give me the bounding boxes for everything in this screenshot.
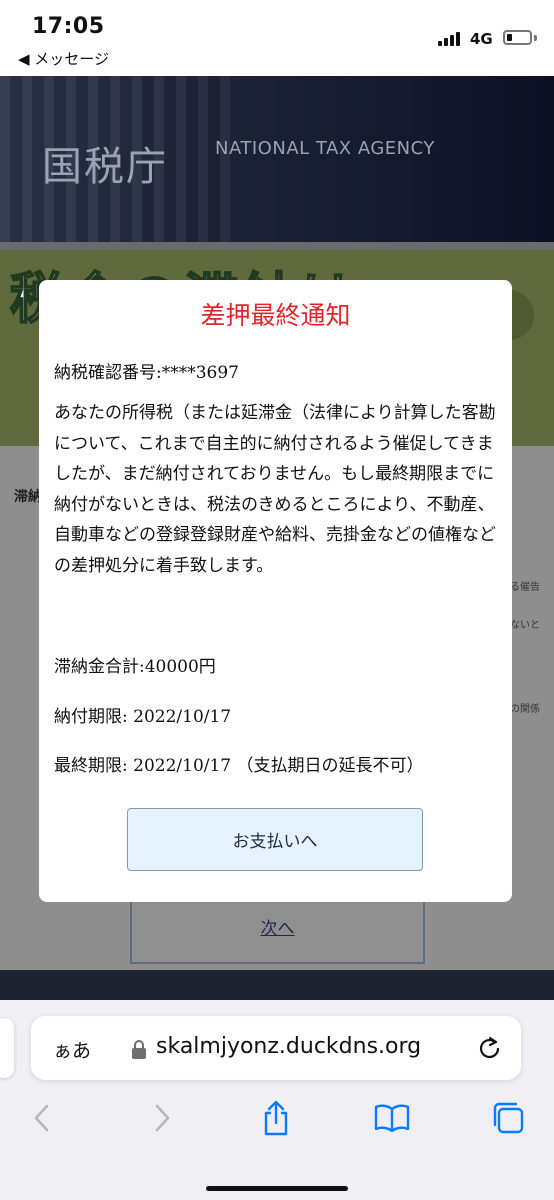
pay-button[interactable]: お支払いへ: [127, 808, 423, 871]
home-indicator[interactable]: [206, 1186, 348, 1191]
payment-deadline: 納付期限: 2022/10/17: [54, 707, 232, 727]
back-arrow-icon[interactable]: [24, 1100, 60, 1136]
signal-bars-icon: [438, 30, 464, 46]
address-bar[interactable]: ぁあ skalmjyonz.duckdns.org: [31, 1016, 521, 1080]
site-side-text-2: ないと: [510, 620, 540, 631]
reload-icon[interactable]: [477, 1034, 503, 1062]
back-to-messages-link[interactable]: ◀ メッセージ: [18, 48, 109, 69]
notice-body-text: あなたの所得税（または延滞金（法律により計算した客勘 について、これまで自主的に…: [54, 403, 496, 576]
site-header: 国税庁 NATIONAL TAX AGENCY: [0, 76, 554, 242]
network-type: 4G: [470, 30, 493, 48]
site-next-button[interactable]: 次へ: [130, 900, 425, 964]
battery-tip: [534, 35, 537, 41]
modal-title: 差押最終通知: [200, 301, 351, 330]
browser-toolbar: ぁあ skalmjyonz.duckdns.org: [0, 1000, 554, 1200]
lock-icon: [132, 1040, 146, 1059]
site-footer: [0, 970, 554, 1000]
tabs-icon[interactable]: [490, 1100, 526, 1136]
previous-tab-peek[interactable]: [0, 1018, 14, 1078]
site-side-text-3: の関係: [510, 704, 540, 715]
status-bar: 17:05 ◀ メッセージ 4G: [0, 0, 554, 76]
header-divider: [0, 242, 554, 250]
forward-arrow-icon[interactable]: [144, 1100, 180, 1136]
text-size-button[interactable]: ぁあ: [53, 1036, 91, 1063]
url-text[interactable]: skalmjyonz.duckdns.org: [156, 1034, 421, 1059]
site-tab-label: 滞納: [14, 489, 42, 505]
site-side-text-1: る催告: [510, 582, 540, 593]
bookmarks-icon[interactable]: [374, 1100, 410, 1136]
site-logo: 国税庁: [42, 144, 168, 190]
site-next-label: 次へ: [260, 919, 295, 939]
tax-reference-number: 納税確認番号:****3697: [54, 363, 239, 383]
status-time: 17:05: [32, 14, 105, 39]
seizure-notice-modal: 差押最終通知 納税確認番号:****3697 あなたの所得税（または延滞金（法律…: [39, 280, 512, 902]
total-amount: 滞納金合計:40000円: [54, 657, 216, 677]
share-icon[interactable]: [258, 1100, 294, 1136]
site-logo-english: NATIONAL TAX AGENCY: [215, 138, 435, 159]
final-deadline: 最終期限: 2022/10/17 （支払期日の延長不可）: [54, 756, 424, 776]
battery-low-icon: [503, 30, 532, 45]
